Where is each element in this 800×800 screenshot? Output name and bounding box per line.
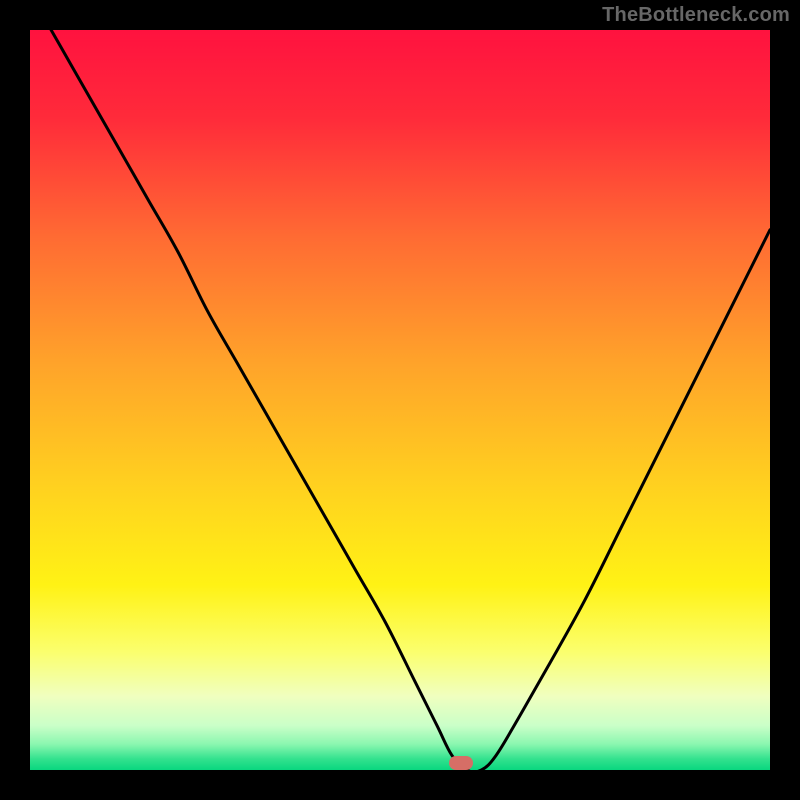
plot-area	[30, 30, 770, 770]
optimal-point-marker	[449, 756, 473, 770]
watermark-text: TheBottleneck.com	[602, 4, 790, 27]
chart-frame: TheBottleneck.com	[0, 0, 800, 800]
bottleneck-curve	[30, 30, 770, 770]
